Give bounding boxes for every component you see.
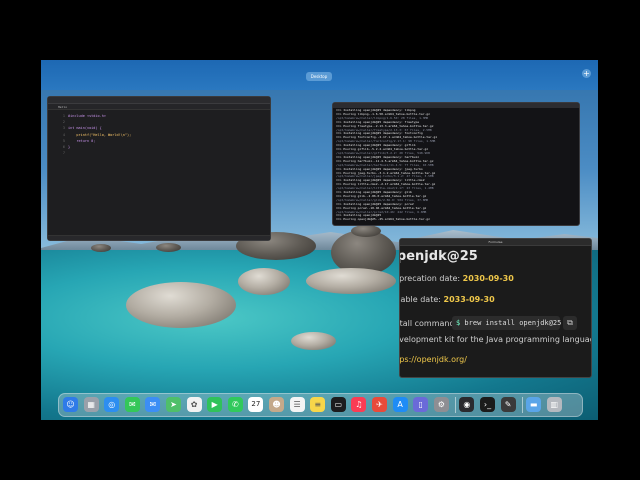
deprecation-label: Deprecation date: bbox=[399, 274, 461, 283]
install-command-box[interactable]: $ brew install openjdk@25 bbox=[452, 316, 562, 330]
contacts-icon[interactable]: ☻ bbox=[269, 397, 284, 412]
messages-icon[interactable]: ✉ bbox=[124, 397, 140, 412]
code-text: #include <stdio.h> bbox=[68, 114, 106, 118]
music-icon[interactable]: ♫ bbox=[351, 397, 367, 412]
formula-description: Development kit for the Java programming… bbox=[399, 335, 592, 344]
calendar-icon[interactable]: 27 bbox=[248, 397, 264, 412]
wallpaper-rock bbox=[306, 268, 396, 294]
terminal-icon[interactable]: ›_ bbox=[480, 397, 495, 412]
iphone-mirroring-icon[interactable]: ▯ bbox=[413, 397, 429, 412]
code-line: 7 bbox=[56, 150, 266, 156]
disable-label: Disable date: bbox=[400, 295, 441, 304]
desktop-space-label[interactable]: Desktop bbox=[306, 72, 332, 81]
code-text: } bbox=[68, 144, 71, 149]
facetime-icon[interactable]: ▶ bbox=[207, 397, 223, 412]
reminders-icon[interactable]: ☰ bbox=[289, 397, 305, 412]
finder-icon[interactable]: ☺ bbox=[63, 397, 78, 412]
line-number: 7 bbox=[62, 151, 65, 156]
tv-icon[interactable]: ▭ bbox=[330, 397, 346, 412]
install-label: Install command: bbox=[399, 319, 458, 328]
downloads-folder-icon[interactable]: ▬ bbox=[526, 397, 542, 412]
wallpaper-rock bbox=[91, 244, 111, 252]
editor-titlebar[interactable] bbox=[48, 97, 270, 104]
disable-value: 2033-09-30 bbox=[443, 295, 495, 304]
editor-tab-bar bbox=[48, 104, 270, 110]
safari-icon[interactable]: ◎ bbox=[104, 397, 120, 412]
plus-icon[interactable]: + bbox=[582, 69, 591, 78]
disable-row: Disable date: 2033-09-30 bbox=[400, 295, 495, 304]
rocket-icon[interactable]: ✈ bbox=[372, 397, 387, 412]
wallpaper-rock bbox=[351, 225, 381, 237]
wallpaper-rock bbox=[238, 268, 290, 295]
code-text: return 0; bbox=[68, 138, 96, 143]
mail-icon[interactable]: ✉ bbox=[145, 397, 161, 412]
formula-titlebar[interactable]: Formulae bbox=[400, 239, 591, 246]
formula-title: openjdk@25 bbox=[400, 249, 478, 264]
homepage-link[interactable]: https://openjdk.org/ bbox=[400, 355, 467, 364]
terminal-output[interactable]: ==> Installing openjdk@25 dependency: li… bbox=[333, 108, 579, 223]
activity-icon[interactable]: ◉ bbox=[459, 397, 475, 412]
editor-tab[interactable]: Hello bbox=[58, 105, 67, 109]
formula-info-window[interactable]: Formulae openjdk@25 Deprecation date: 20… bbox=[399, 238, 592, 378]
terminal-line: ==> Pouring openjdk@25--25.arm64_tahoe.b… bbox=[336, 218, 430, 222]
script-editor-icon[interactable]: ✎ bbox=[500, 397, 516, 412]
app-store-icon[interactable]: A bbox=[392, 397, 408, 412]
deprecation-row: Deprecation date: 2030-09-30 bbox=[399, 274, 514, 283]
editor-code-area[interactable]: 1 #include <stdio.h> 2 3 int main(void) { … bbox=[56, 113, 266, 156]
dock-separator bbox=[455, 397, 457, 413]
wallpaper-rock bbox=[126, 282, 236, 328]
notes-icon[interactable]: ≡ bbox=[310, 397, 326, 412]
trash-icon[interactable]: ▥ bbox=[546, 397, 562, 412]
photos-icon[interactable]: ✿ bbox=[186, 397, 202, 412]
editor-status-bar bbox=[48, 235, 270, 240]
install-command: brew install openjdk@25 bbox=[460, 319, 562, 327]
code-editor-window[interactable]: Hello 1 #include <stdio.h> 2 3 int main(vo… bbox=[47, 96, 271, 241]
wallpaper-rock bbox=[156, 243, 181, 252]
launchpad-icon[interactable]: ▦ bbox=[83, 397, 99, 412]
dock-separator bbox=[522, 397, 524, 413]
phone-icon[interactable]: ✆ bbox=[227, 397, 243, 412]
deprecation-value: 2030-09-30 bbox=[462, 274, 514, 283]
wallpaper-rock bbox=[291, 332, 336, 350]
copy-icon[interactable]: ⧉ bbox=[563, 316, 577, 330]
terminal-window[interactable]: ==> Installing openjdk@25 dependency: li… bbox=[332, 102, 580, 226]
maps-icon[interactable]: ➤ bbox=[166, 397, 181, 412]
settings-icon[interactable]: ⚙ bbox=[433, 397, 449, 412]
